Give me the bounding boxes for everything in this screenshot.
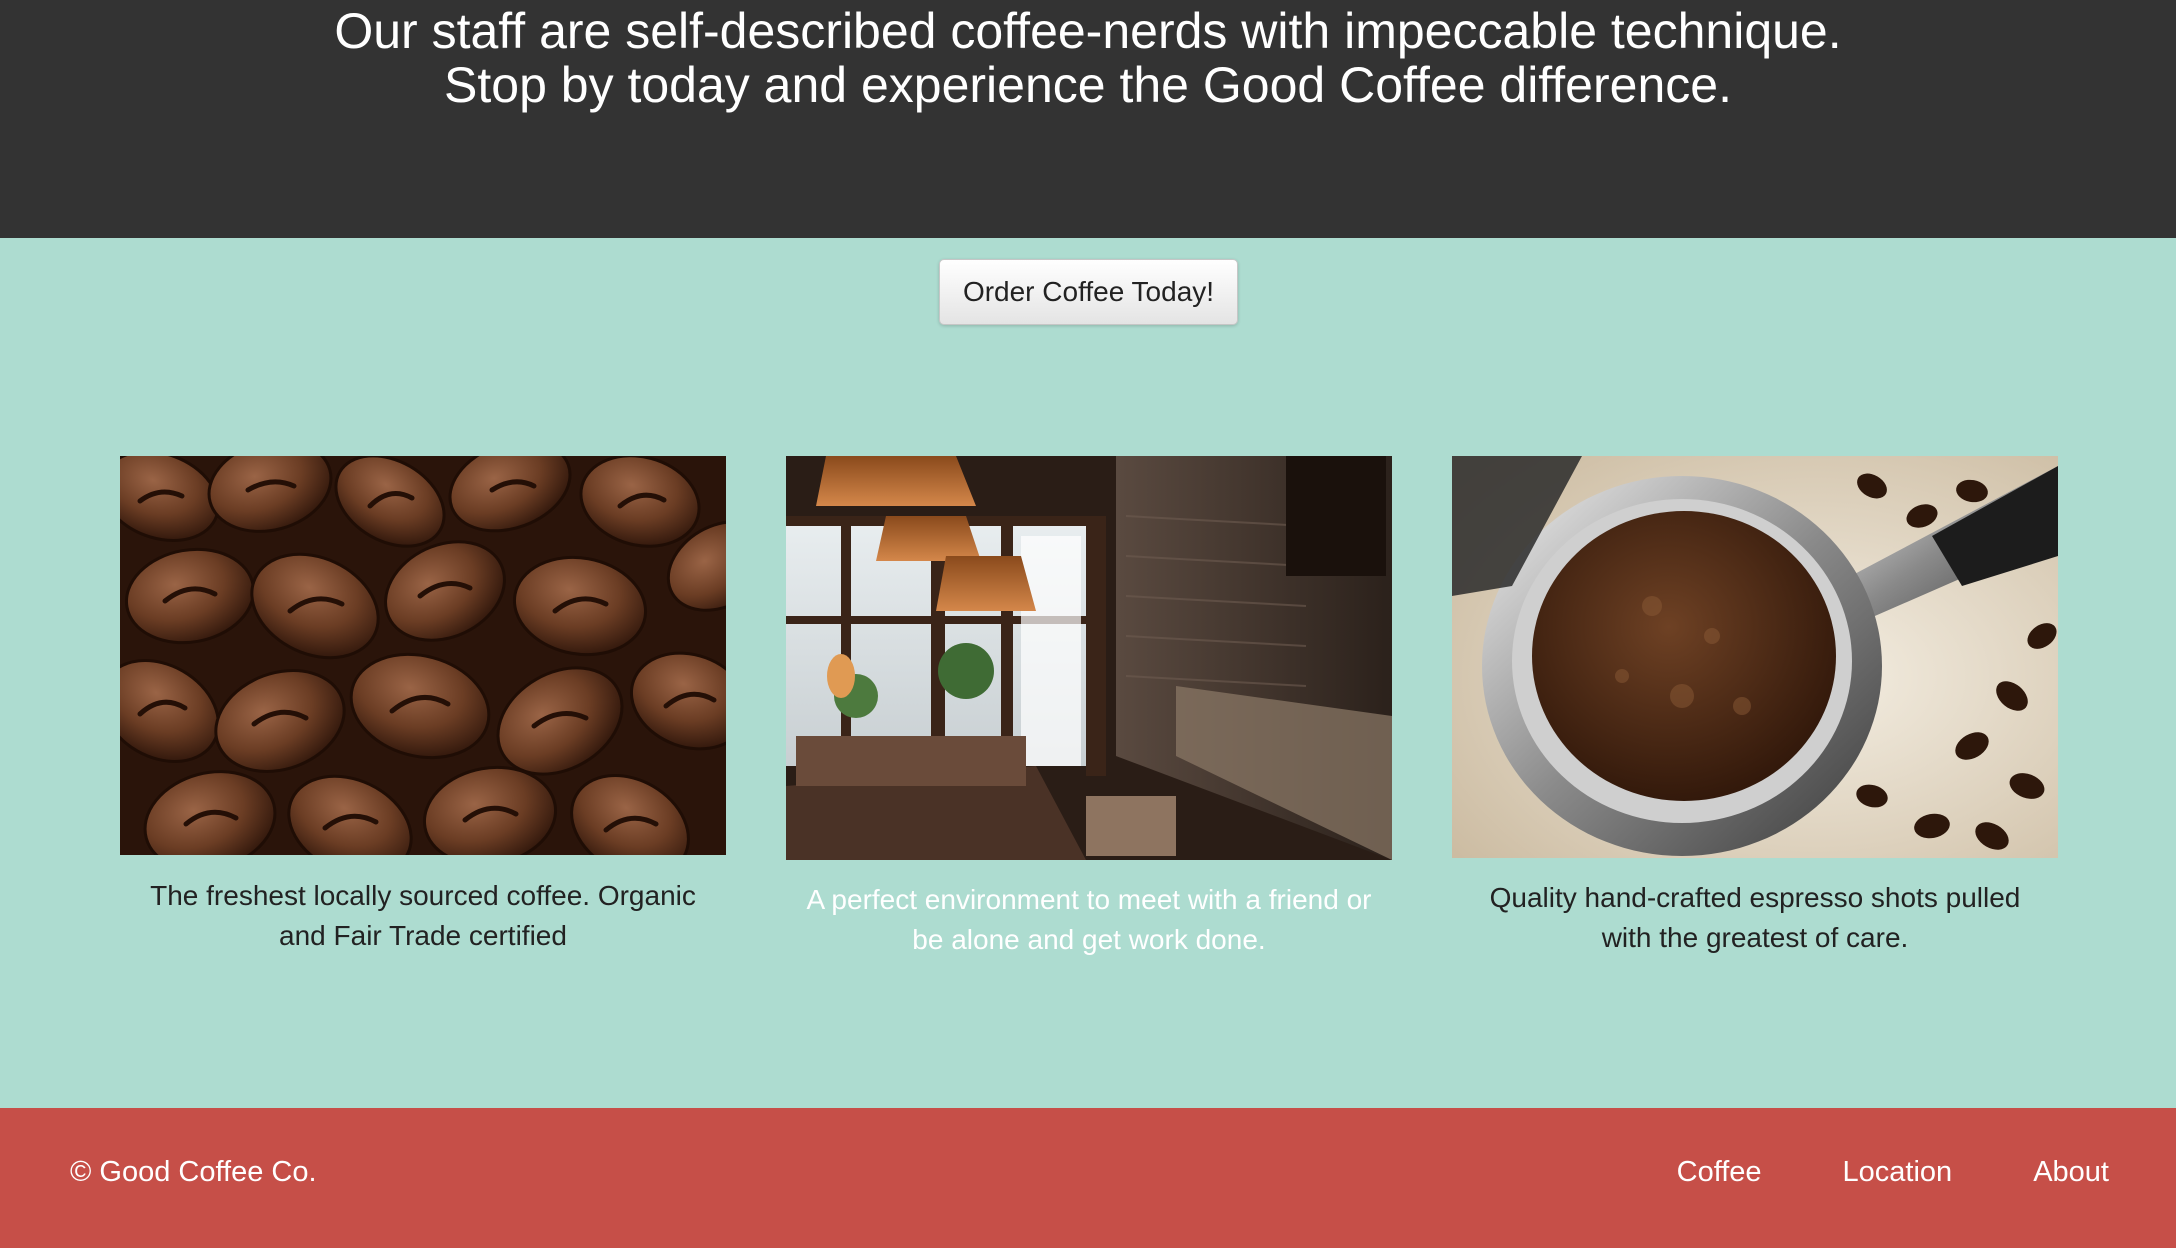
hero-banner: Our staff are self-described coffee-nerd…: [0, 0, 2176, 238]
footer-link-coffee[interactable]: Coffee: [1677, 1152, 1762, 1192]
feature-card-beans: The freshest locally sourced coffee. Org…: [120, 456, 726, 956]
footer-nav: Coffee Location About: [1677, 1152, 2109, 1192]
feature-card-cafe: A perfect environment to meet with a fri…: [786, 456, 1392, 960]
espresso-portafilter-image: [1452, 456, 2058, 858]
page: Our staff are self-described coffee-nerd…: [0, 0, 2176, 1248]
feature-caption-beans: The freshest locally sourced coffee. Org…: [150, 880, 696, 951]
footer-copyright: © Good Coffee Co.: [70, 1156, 317, 1188]
cafe-interior-image: [786, 456, 1392, 860]
site-footer: © Good Coffee Co. Coffee Location About: [0, 1108, 2176, 1248]
footer-link-about[interactable]: About: [2033, 1152, 2109, 1192]
hero-tagline-line-1: Our staff are self-described coffee-nerd…: [334, 3, 1842, 59]
feature-card-espresso: Quality hand-crafted espresso shots pull…: [1452, 456, 2058, 958]
hero-tagline-line-2: Stop by today and experience the Good Co…: [444, 57, 1732, 113]
feature-caption-cafe: A perfect environment to meet with a fri…: [806, 884, 1372, 955]
footer-link-location[interactable]: Location: [1843, 1152, 1953, 1192]
order-coffee-button[interactable]: Order Coffee Today!: [939, 259, 1238, 325]
coffee-beans-image: [120, 456, 726, 855]
feature-caption-espresso: Quality hand-crafted espresso shots pull…: [1489, 882, 2021, 953]
